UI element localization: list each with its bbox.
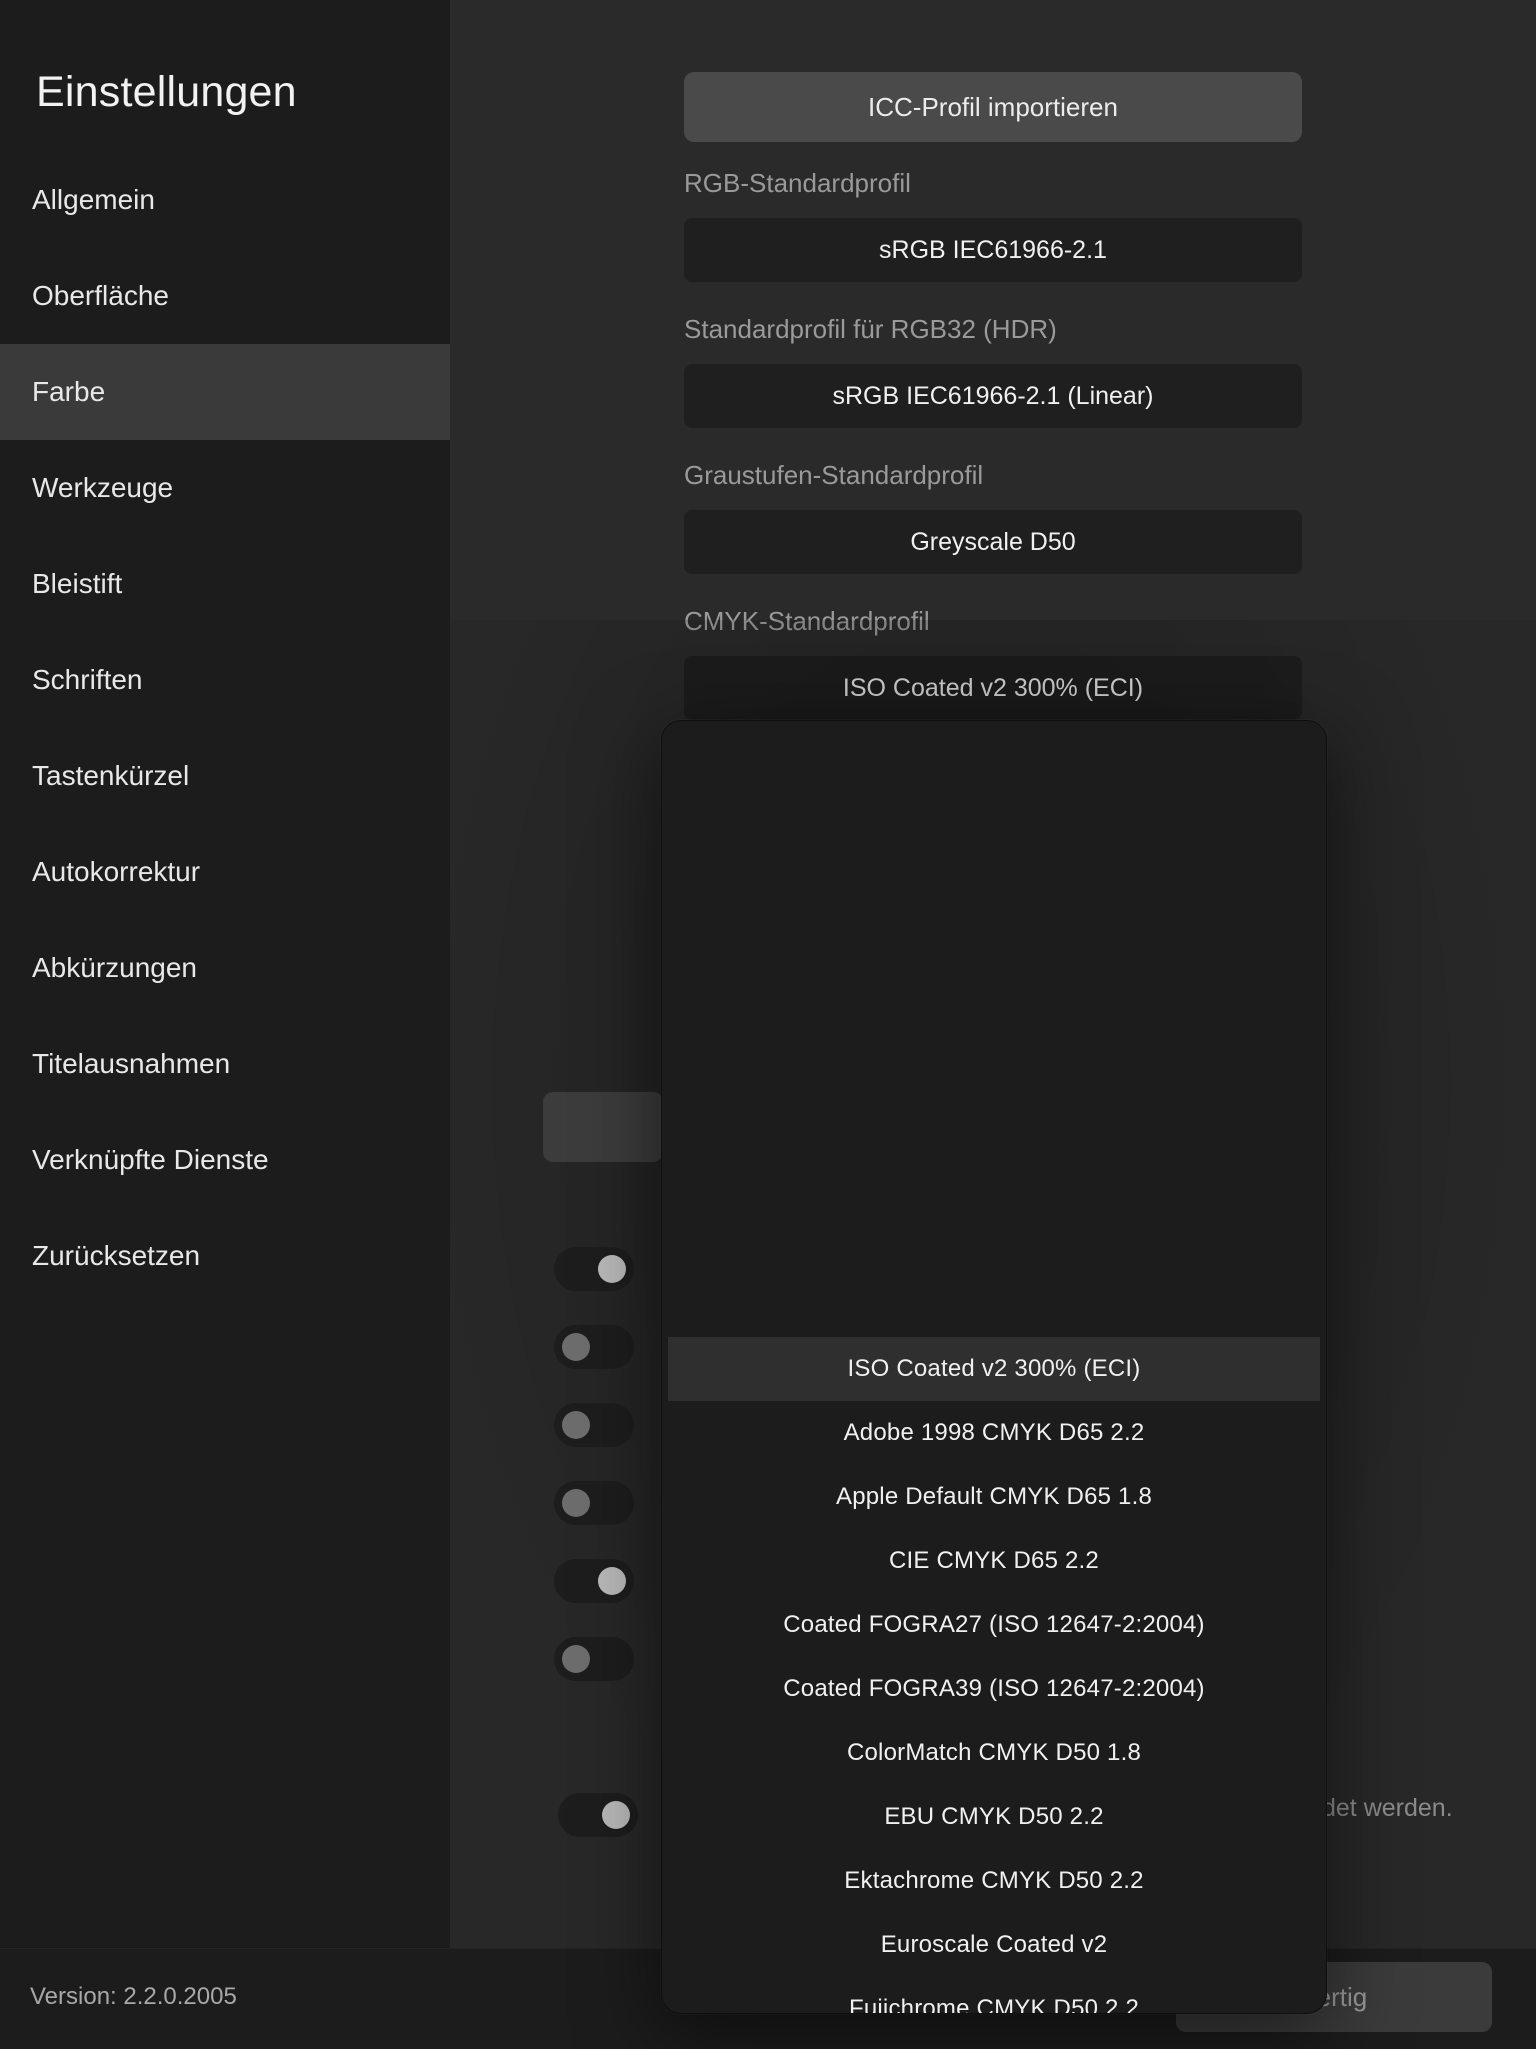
sidebar-item-zuruecksetzen[interactable]: Zurücksetzen	[0, 1208, 450, 1304]
toggle-knob	[562, 1411, 590, 1439]
toggle-switch[interactable]	[554, 1559, 634, 1603]
sidebar: Einstellungen Allgemein Oberfläche Farbe…	[0, 0, 450, 1948]
sidebar-item-verknuepfte-dienste[interactable]: Verknüpfte Dienste	[0, 1112, 450, 1208]
sidebar-item-titelausnahmen[interactable]: Titelausnahmen	[0, 1016, 450, 1112]
version-label: Version: 2.2.0.2005	[30, 1983, 237, 2010]
dropdown-option[interactable]: Apple Default CMYK D65 1.8	[668, 1465, 1320, 1529]
dropdown-option-selected[interactable]: ISO Coated v2 300% (ECI)	[668, 1337, 1320, 1401]
sidebar-title: Einstellungen	[36, 68, 297, 116]
toggle-knob	[562, 1333, 590, 1361]
sidebar-item-schriften[interactable]: Schriften	[0, 632, 450, 728]
toggle-switch[interactable]	[554, 1481, 634, 1525]
sidebar-item-autokorrektur[interactable]: Autokorrektur	[0, 824, 450, 920]
sidebar-nav: Allgemein Oberfläche Farbe Werkzeuge Ble…	[0, 152, 450, 1304]
sidebar-item-oberflaeche[interactable]: Oberfläche	[0, 248, 450, 344]
dropdown-option[interactable]: Coated FOGRA39 (ISO 12647-2:2004)	[668, 1657, 1320, 1721]
dropdown-option[interactable]: ColorMatch CMYK D50 1.8	[668, 1721, 1320, 1785]
dropdown-option[interactable]: Ektachrome CMYK D50 2.2	[668, 1849, 1320, 1913]
toggle-switch[interactable]	[554, 1247, 634, 1291]
sidebar-item-abkuerzungen[interactable]: Abkürzungen	[0, 920, 450, 1016]
rgb-profile-label: RGB-Standardprofil	[684, 168, 911, 198]
sidebar-item-farbe[interactable]: Farbe	[0, 344, 450, 440]
dropdown-option[interactable]: CIE CMYK D65 2.2	[668, 1529, 1320, 1593]
sidebar-item-bleistift[interactable]: Bleistift	[0, 536, 450, 632]
greyscale-profile-select[interactable]: Greyscale D50	[684, 510, 1302, 574]
greyscale-profile-label: Graustufen-Standardprofil	[684, 460, 984, 490]
obscured-button[interactable]	[543, 1092, 663, 1162]
toggle-knob	[562, 1645, 590, 1673]
option-description-fragment: det werden.	[1322, 1794, 1453, 1822]
dropdown-option[interactable]: Adobe 1998 CMYK D65 2.2	[668, 1401, 1320, 1465]
toggle-switch[interactable]	[558, 1793, 638, 1837]
toggle-knob	[602, 1801, 630, 1829]
sidebar-item-werkzeuge[interactable]: Werkzeuge	[0, 440, 450, 536]
cmyk-profile-dropdown[interactable]: ISO Coated v2 300% (ECI) Adobe 1998 CMYK…	[661, 720, 1327, 2014]
cmyk-profile-label: CMYK-Standardprofil	[684, 606, 930, 636]
toggle-switch[interactable]	[554, 1403, 634, 1447]
rgb32-profile-select[interactable]: sRGB IEC61966-2.1 (Linear)	[684, 364, 1302, 428]
cmyk-profile-select[interactable]: ISO Coated v2 300% (ECI)	[684, 656, 1302, 720]
import-icc-profile-button[interactable]: ICC-Profil importieren	[684, 72, 1302, 142]
rgb-profile-select[interactable]: sRGB IEC61966-2.1	[684, 218, 1302, 282]
rgb32-profile-label: Standardprofil für RGB32 (HDR)	[684, 314, 1057, 344]
dropdown-option[interactable]: Euroscale Coated v2	[668, 1913, 1320, 1977]
sidebar-item-tastenkuerzel[interactable]: Tastenkürzel	[0, 728, 450, 824]
sidebar-item-allgemein[interactable]: Allgemein	[0, 152, 450, 248]
dropdown-option[interactable]: EBU CMYK D50 2.2	[668, 1785, 1320, 1849]
toggle-knob	[598, 1255, 626, 1283]
dropdown-option[interactable]: Coated FOGRA27 (ISO 12647-2:2004)	[668, 1593, 1320, 1657]
toggle-knob	[598, 1567, 626, 1595]
dropdown-options-list[interactable]: ISO Coated v2 300% (ECI) Adobe 1998 CMYK…	[668, 1337, 1320, 2013]
dropdown-option[interactable]: Fujichrome CMYK D50 2.2	[668, 1977, 1320, 2013]
toggle-knob	[562, 1489, 590, 1517]
toggle-switch[interactable]	[554, 1637, 634, 1681]
toggle-switch[interactable]	[554, 1325, 634, 1369]
